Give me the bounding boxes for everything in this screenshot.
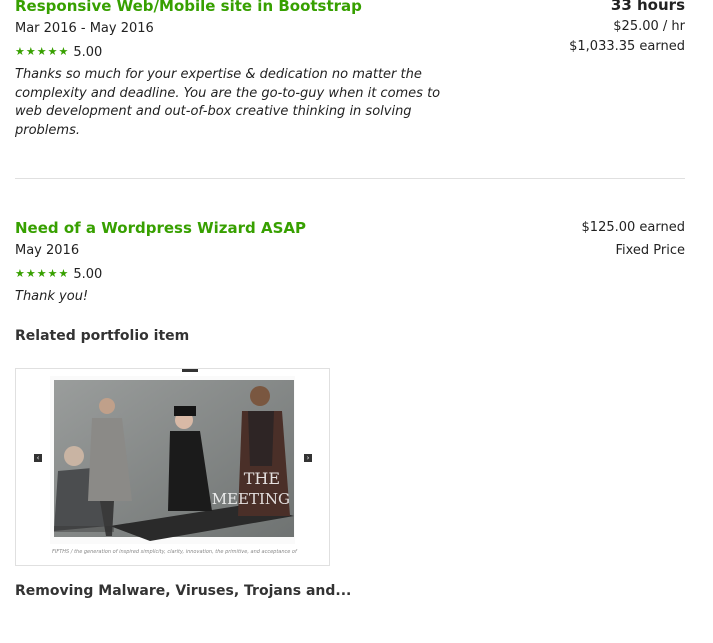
job-price-type: Fixed Price (615, 243, 685, 258)
portfolio-image-text: THE (244, 469, 280, 488)
portfolio-image-text: MEETING (212, 490, 290, 508)
star-icon: ★ (15, 45, 25, 58)
star-icon: ★ (25, 267, 36, 280)
rating-stars: ★ ★ ★ ★ ★ (15, 46, 68, 58)
star-icon: ★ (47, 45, 58, 58)
job-hours: 33 hours (610, 0, 685, 14)
portfolio-caption: FIFTHS / the generation of inspired simp… (52, 549, 297, 555)
job-stats: $125.00 earned Fixed Price (582, 220, 685, 258)
client-feedback: Thanks so much for your expertise & dedi… (15, 67, 441, 138)
job-stats: 33 hours $25.00 / hr $1,033.35 earned (569, 0, 685, 54)
portfolio-thumbnail[interactable]: THE MEETING (50, 376, 295, 544)
star-icon: ★ (25, 45, 36, 58)
section-heading: Related portfolio item (15, 328, 190, 344)
portfolio-card[interactable]: ‹ › THE MEETING FIFTHS / the generation … (15, 368, 330, 566)
star-icon: ★ (58, 267, 69, 280)
rating-stars: ★ ★ ★ ★ ★ (15, 268, 68, 280)
job-rating: ★ ★ ★ ★ ★ 5.00 (15, 265, 685, 283)
portfolio-image: THE MEETING (54, 380, 294, 541)
star-icon: ★ (15, 267, 25, 280)
star-icon: ★ (47, 267, 58, 280)
job-earned: $1,033.35 earned (569, 39, 685, 54)
portfolio-title[interactable]: Removing Malware, Viruses, Trojans and..… (15, 583, 351, 599)
carousel-indicator (182, 369, 198, 372)
rating-value: 5.00 (73, 44, 103, 60)
star-icon: ★ (36, 267, 47, 280)
chevron-right-icon[interactable]: › (304, 454, 312, 462)
client-feedback: Thank you! (15, 289, 89, 304)
job-earned: $125.00 earned (581, 220, 685, 235)
divider (15, 178, 685, 179)
chevron-left-icon[interactable]: ‹ (34, 454, 42, 462)
star-icon: ★ (36, 45, 47, 58)
rating-value: 5.00 (73, 266, 103, 282)
star-icon: ★ (58, 45, 69, 58)
job-rate: $25.00 / hr (613, 19, 685, 34)
